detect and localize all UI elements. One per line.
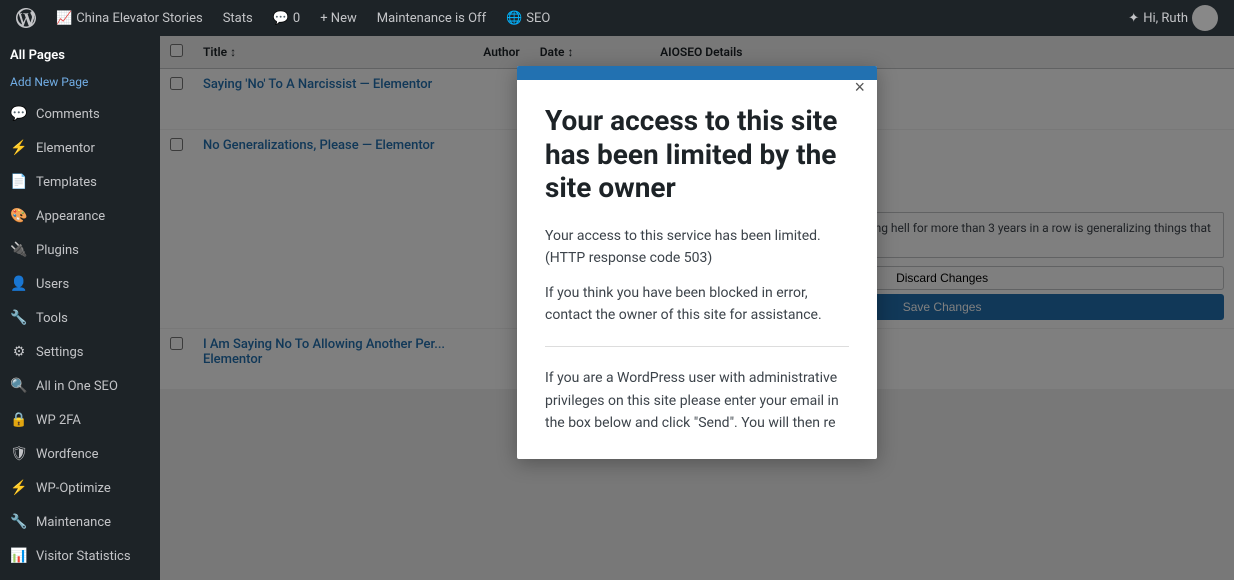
sidebar-header: All Pages: [0, 36, 160, 71]
wp2fa-sidebar-icon: 🔒: [10, 411, 28, 429]
allinoneseo-sidebar-icon: 🔍: [10, 377, 28, 395]
site-name-button[interactable]: 📈 China Elevator Stories: [48, 0, 211, 36]
settings-sidebar-icon: ⚙: [10, 343, 28, 361]
add-new-page-link[interactable]: Add New Page: [0, 71, 160, 97]
wp-logo-icon: [16, 8, 36, 28]
sidebar-item-settings[interactable]: ⚙ Settings: [0, 335, 160, 369]
sidebar-item-maintenance[interactable]: 🔧 Maintenance: [0, 505, 160, 539]
comments-sidebar-icon: 💬: [10, 105, 28, 123]
sidebar-item-elementor[interactable]: ⚡ Elementor: [0, 131, 160, 165]
sidebar-item-appearance-label: Appearance: [36, 209, 105, 224]
sidebar-item-plugins-label: Plugins: [36, 243, 79, 258]
stars-icon: ✦: [1128, 11, 1139, 26]
templates-sidebar-icon: 📄: [10, 173, 28, 191]
sidebar-item-settings-label: Settings: [36, 345, 83, 360]
stats-button[interactable]: Stats: [215, 0, 261, 36]
hi-user-button[interactable]: ✦ Hi, Ruth: [1120, 5, 1226, 31]
modal-overlay[interactable]: × Your access to this site has been limi…: [160, 36, 1234, 580]
comments-icon: 💬: [273, 11, 289, 26]
wpoptimize-sidebar-icon: ⚡: [10, 479, 28, 497]
sidebar-item-allinoneseo-label: All in One SEO: [36, 379, 118, 394]
maintenance-sidebar-icon: 🔧: [10, 513, 28, 531]
modal-body: Your access to this site has been limite…: [517, 80, 877, 459]
seo-label: SEO: [526, 11, 550, 26]
sidebar-item-maintenance-label: Maintenance: [36, 515, 111, 530]
seo-icon: 🌐: [506, 11, 522, 26]
sidebar-item-users-label: Users: [36, 277, 69, 292]
sidebar-item-comments[interactable]: 💬 Comments: [0, 97, 160, 131]
seo-button[interactable]: 🌐 SEO: [498, 0, 558, 36]
modal-para1: Your access to this service has been lim…: [545, 225, 849, 270]
users-sidebar-icon: 👤: [10, 275, 28, 293]
sidebar-item-tools[interactable]: 🔧 Tools: [0, 301, 160, 335]
avatar: [1192, 5, 1218, 31]
modal-para2: If you think you have been blocked in er…: [545, 282, 849, 327]
comments-count: 0: [293, 11, 300, 26]
sidebar-item-plugins[interactable]: 🔌 Plugins: [0, 233, 160, 267]
sidebar-item-wp2fa[interactable]: 🔒 WP 2FA: [0, 403, 160, 437]
sidebar-item-wp-optimize[interactable]: ⚡ WP-Optimize: [0, 471, 160, 505]
wordfence-sidebar-icon: 🛡: [10, 445, 28, 463]
sidebar-item-elementor-label: Elementor: [36, 141, 95, 156]
sidebar-item-users[interactable]: 👤 Users: [0, 267, 160, 301]
new-button[interactable]: + New: [312, 0, 365, 36]
sidebar-item-all-in-one-seo[interactable]: 🔍 All in One SEO: [0, 369, 160, 403]
visitorstats-sidebar-icon: 📊: [10, 547, 28, 565]
stats-label: Stats: [223, 11, 253, 26]
sidebar-item-templates-label: Templates: [36, 175, 97, 190]
modal-blue-bar: [517, 66, 877, 80]
tools-sidebar-icon: 🔧: [10, 309, 28, 327]
sidebar-item-visitorstats-label: Visitor Statistics: [36, 549, 131, 564]
modal-para3: If you are a WordPress user with adminis…: [545, 367, 849, 434]
sidebar-item-tools-label: Tools: [36, 311, 68, 326]
modal-close-button[interactable]: ×: [854, 78, 865, 96]
sidebar-item-wpoptimize-label: WP-Optimize: [36, 481, 111, 496]
sidebar-item-wp2fa-label: WP 2FA: [36, 413, 81, 428]
sidebar-item-wordfence-label: Wordfence: [36, 447, 99, 462]
site-name-label: China Elevator Stories: [76, 11, 203, 26]
wp-logo-button[interactable]: [8, 0, 44, 36]
sidebar-item-wordfence[interactable]: 🛡 Wordfence: [0, 437, 160, 471]
sidebar: All Pages Add New Page 💬 Comments ⚡ Elem…: [0, 36, 160, 580]
site-icon: 📈: [56, 11, 72, 26]
access-limited-modal: × Your access to this site has been limi…: [517, 66, 877, 459]
sidebar-item-templates[interactable]: 📄 Templates: [0, 165, 160, 199]
comments-button[interactable]: 💬 0: [265, 0, 309, 36]
sidebar-item-comments-label: Comments: [36, 107, 100, 122]
maintenance-button[interactable]: Maintenance is Off: [369, 0, 494, 36]
collapse-menu-button[interactable]: Collapse menu: [0, 573, 160, 580]
elementor-sidebar-icon: ⚡: [10, 139, 28, 157]
sidebar-item-appearance[interactable]: 🎨 Appearance: [0, 199, 160, 233]
admin-bar: 📈 China Elevator Stories Stats 💬 0 + New…: [0, 0, 1234, 36]
new-label: + New: [320, 11, 357, 26]
main-content: Title ↕ Author Date ↕ AIOSEO Details Say…: [160, 36, 1234, 580]
main-layout: All Pages Add New Page 💬 Comments ⚡ Elem…: [0, 36, 1234, 580]
appearance-sidebar-icon: 🎨: [10, 207, 28, 225]
plugins-sidebar-icon: 🔌: [10, 241, 28, 259]
hi-label: Hi, Ruth: [1143, 11, 1188, 26]
maintenance-label: Maintenance is Off: [377, 11, 486, 26]
sidebar-item-visitor-statistics[interactable]: 📊 Visitor Statistics: [0, 539, 160, 573]
modal-divider: [545, 346, 849, 347]
modal-title: Your access to this site has been limite…: [545, 104, 849, 205]
